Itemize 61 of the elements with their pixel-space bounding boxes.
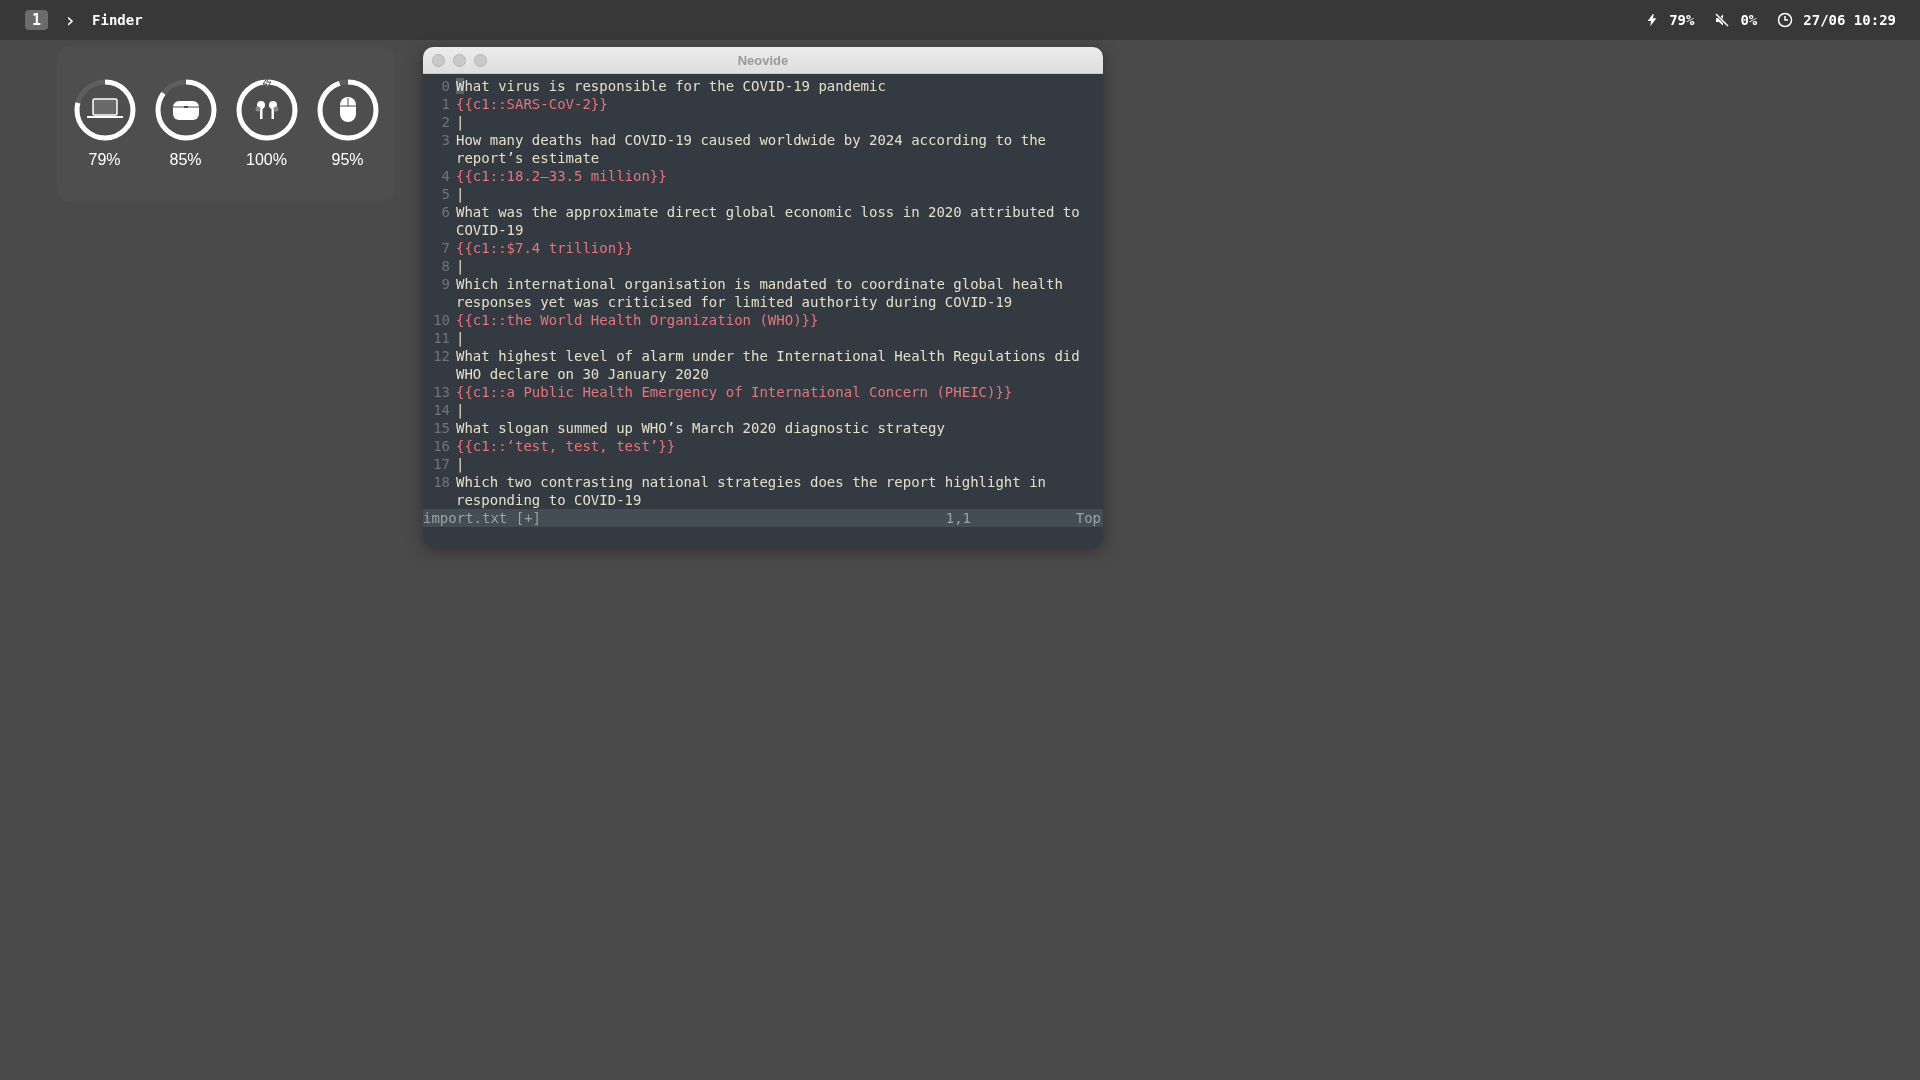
code-line: {{c1::18.2–33.5 million}} — [456, 167, 668, 185]
close-button[interactable] — [432, 53, 445, 67]
code-line: Which international organisation is mandated to coordinate global health responses yet was criticised for limited authority during COVID-19 — [456, 275, 1064, 311]
battery-percentage: 79% — [88, 151, 121, 169]
line-number: 4 — [440, 167, 451, 185]
earbuds-icon — [255, 101, 278, 119]
code-line: What was the approximate direct global economic loss in 2020 attributed to COVID-19 — [456, 203, 1081, 239]
code-line: What highest level of alarm under the International Health Regulations did WHO declare on 30 January 2020 — [456, 347, 1081, 383]
code-line: {{c1::$7.4 trillion}} — [456, 239, 634, 257]
separator-chevron: › — [64, 8, 77, 32]
laptop-icon — [86, 98, 123, 118]
line-number: 17 — [432, 455, 451, 473]
code-line: What slogan summed up WHO’s March 2020 diagnostic strategy — [456, 419, 946, 437]
code-line: | — [456, 185, 466, 203]
battery-percentage: 100% — [246, 151, 287, 169]
line-number: 12 — [432, 347, 451, 366]
line-number: 9 — [440, 275, 451, 294]
date-time: 27/06 10:29 — [1803, 12, 1896, 28]
code-line: | — [456, 113, 466, 131]
line-number: 3 — [440, 131, 451, 150]
line-number: 5 — [440, 185, 451, 203]
code-line: | — [456, 455, 466, 473]
app-name: Finder — [92, 12, 143, 28]
line-number: 14 — [432, 401, 451, 419]
volume-reading: 0% — [1740, 12, 1758, 28]
lightning-icon — [262, 77, 271, 90]
line-number: 15 — [432, 419, 451, 437]
code-line: How many deaths had COVID-19 caused worldwide by 2024 according to the report’s estimate — [456, 131, 1047, 167]
code-line: | — [456, 257, 466, 275]
line-number: 1 — [440, 95, 451, 113]
line-number: 13 — [432, 383, 451, 401]
code-line: {{c1::the World Health Organization (WHO)}} — [456, 311, 820, 329]
code-line: | — [456, 401, 466, 419]
scroll-position: Top — [1075, 509, 1102, 527]
minimize-button[interactable] — [453, 53, 466, 67]
earbuds-case-icon — [172, 101, 199, 120]
line-number: 6 — [440, 203, 451, 222]
battery-reading: 79% — [1669, 12, 1695, 28]
line-number: 8 — [440, 257, 451, 275]
zoom-button[interactable] — [474, 53, 487, 67]
workspace-indicator[interactable]: 1 — [25, 10, 49, 30]
line-number: 18 — [432, 473, 451, 492]
mouse-icon — [339, 97, 356, 122]
line-number: 0 — [440, 77, 451, 95]
code-line: What virus is responsible for the COVID-19 pandemic — [456, 77, 887, 95]
battery-percentage: 85% — [169, 151, 202, 169]
line-number: 10 — [432, 311, 451, 329]
code-line: Which two contrasting national strategies does the report highlight in responding to COVID-19 — [456, 473, 1047, 509]
code-line: {{c1::SARS-CoV-2}} — [456, 95, 609, 113]
line-number: 11 — [432, 329, 451, 347]
line-number: 16 — [432, 437, 451, 455]
window-title: Neovide — [737, 52, 789, 68]
code-line: {{c1::‘test, test, test’}} — [456, 437, 677, 455]
file-name: import.txt [+] — [423, 509, 541, 527]
line-number: 7 — [440, 239, 451, 257]
code-line: | — [456, 329, 466, 347]
battery-percentage: 95% — [331, 151, 364, 169]
cursor-position: 1,1 — [945, 509, 972, 527]
clock-icon — [1777, 12, 1794, 28]
code-line: {{c1::a Public Health Emergency of International Concern (PHEIC)}} — [456, 383, 1014, 401]
line-number: 2 — [440, 113, 451, 131]
